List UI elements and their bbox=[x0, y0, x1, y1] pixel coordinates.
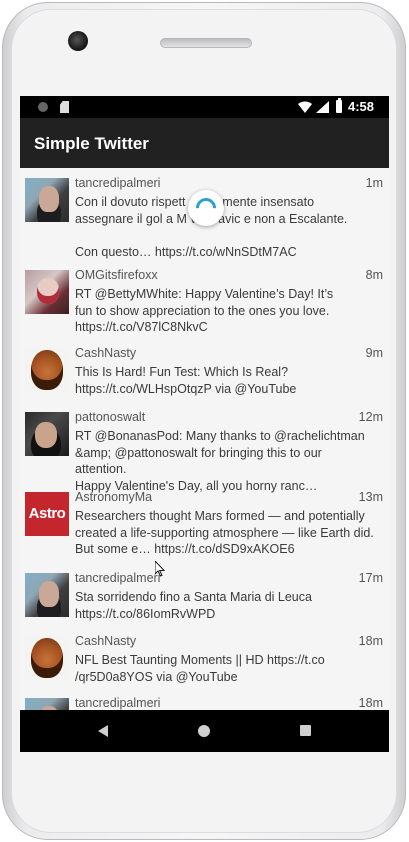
tweet-text: Researchers thought Mars formed — and po… bbox=[75, 509, 374, 556]
tweet-text: Sta sorridendo fino a Santa Maria di Leu… bbox=[75, 590, 312, 621]
refresh-spinner-icon bbox=[188, 190, 224, 226]
tweet-item[interactable]: Astro AstronomyMa 13m Researchers though… bbox=[20, 482, 389, 564]
tweet-text: RT @BettyMWhite: Happy Valentine’s Day! … bbox=[75, 287, 334, 334]
screen: 4:58 Simple Twitter tancredipalmeri 1m C… bbox=[20, 96, 389, 752]
tweet-text: This Is Hard! Fun Test: Which Is Real? h… bbox=[75, 365, 297, 396]
recents-icon[interactable] bbox=[300, 725, 311, 736]
status-time: 4:58 bbox=[348, 99, 375, 114]
wifi-icon bbox=[298, 101, 312, 113]
tweet-time: 13m bbox=[358, 490, 383, 504]
tweet-timeline[interactable]: tancredipalmeri 1m Con il dovuto rispett… bbox=[20, 168, 389, 710]
sd-card-icon bbox=[60, 101, 69, 113]
tweet-item[interactable]: tancredipalmeri 17m Sta sorridendo fino … bbox=[20, 563, 389, 625]
tweet-time: 17m bbox=[358, 571, 383, 585]
tweet-item[interactable]: tancredipalmeri 18m bbox=[20, 688, 389, 710]
avatar[interactable] bbox=[25, 698, 69, 710]
app-bar: Simple Twitter bbox=[20, 118, 389, 168]
tweet-time: 18m bbox=[358, 696, 383, 710]
tweet-time: 8m bbox=[365, 268, 383, 282]
avatar[interactable] bbox=[25, 270, 69, 314]
status-bar: 4:58 bbox=[20, 96, 389, 118]
navigation-bar bbox=[20, 710, 389, 752]
tweet-item[interactable]: pattonoswalt 12m RT @BonanasPod: Many th… bbox=[20, 402, 389, 493]
battery-icon bbox=[336, 98, 342, 113]
avatar[interactable] bbox=[25, 636, 69, 680]
avatar[interactable] bbox=[25, 348, 69, 392]
signal-icon bbox=[316, 101, 329, 113]
tweet-username[interactable]: pattonoswalt bbox=[75, 410, 145, 424]
front-camera bbox=[68, 31, 88, 51]
home-icon[interactable] bbox=[198, 725, 210, 737]
tweet-time: 12m bbox=[358, 410, 383, 424]
app-title: Simple Twitter bbox=[34, 134, 149, 153]
tweet-text: NFL Best Taunting Moments || HD https://… bbox=[75, 653, 325, 684]
back-icon[interactable] bbox=[98, 725, 108, 737]
avatar[interactable] bbox=[25, 573, 69, 617]
tweet-text: Con il dovuto rispett solutamente insens… bbox=[75, 195, 348, 259]
earpiece-speaker bbox=[160, 38, 252, 48]
tweet-username[interactable]: tancredipalmeri bbox=[75, 571, 160, 585]
tweet-username[interactable]: CashNasty bbox=[75, 634, 136, 648]
tweet-time: 9m bbox=[365, 346, 383, 360]
tweet-time: 18m bbox=[358, 634, 383, 648]
notification-dot-icon bbox=[38, 102, 48, 112]
tweet-time: 1m bbox=[365, 176, 383, 190]
avatar[interactable] bbox=[25, 412, 69, 456]
tweet-username[interactable]: OMGitsfirefoxx bbox=[75, 268, 158, 282]
tweet-item[interactable]: OMGitsfirefoxx 8m RT @BettyMWhite: Happy… bbox=[20, 260, 389, 340]
avatar[interactable] bbox=[25, 178, 69, 222]
tweet-username[interactable]: tancredipalmeri bbox=[75, 696, 160, 710]
tweet-item[interactable]: CashNasty 9m This Is Hard! Fun Test: Whi… bbox=[20, 338, 389, 402]
tweet-username[interactable]: tancredipalmeri bbox=[75, 176, 160, 190]
avatar[interactable]: Astro bbox=[25, 492, 69, 536]
mouse-cursor-icon bbox=[155, 561, 165, 577]
tweet-item[interactable]: CashNasty 18m NFL Best Taunting Moments … bbox=[20, 626, 389, 688]
tweet-username[interactable]: AstronomyMa bbox=[75, 490, 152, 504]
tweet-username[interactable]: CashNasty bbox=[75, 346, 136, 360]
